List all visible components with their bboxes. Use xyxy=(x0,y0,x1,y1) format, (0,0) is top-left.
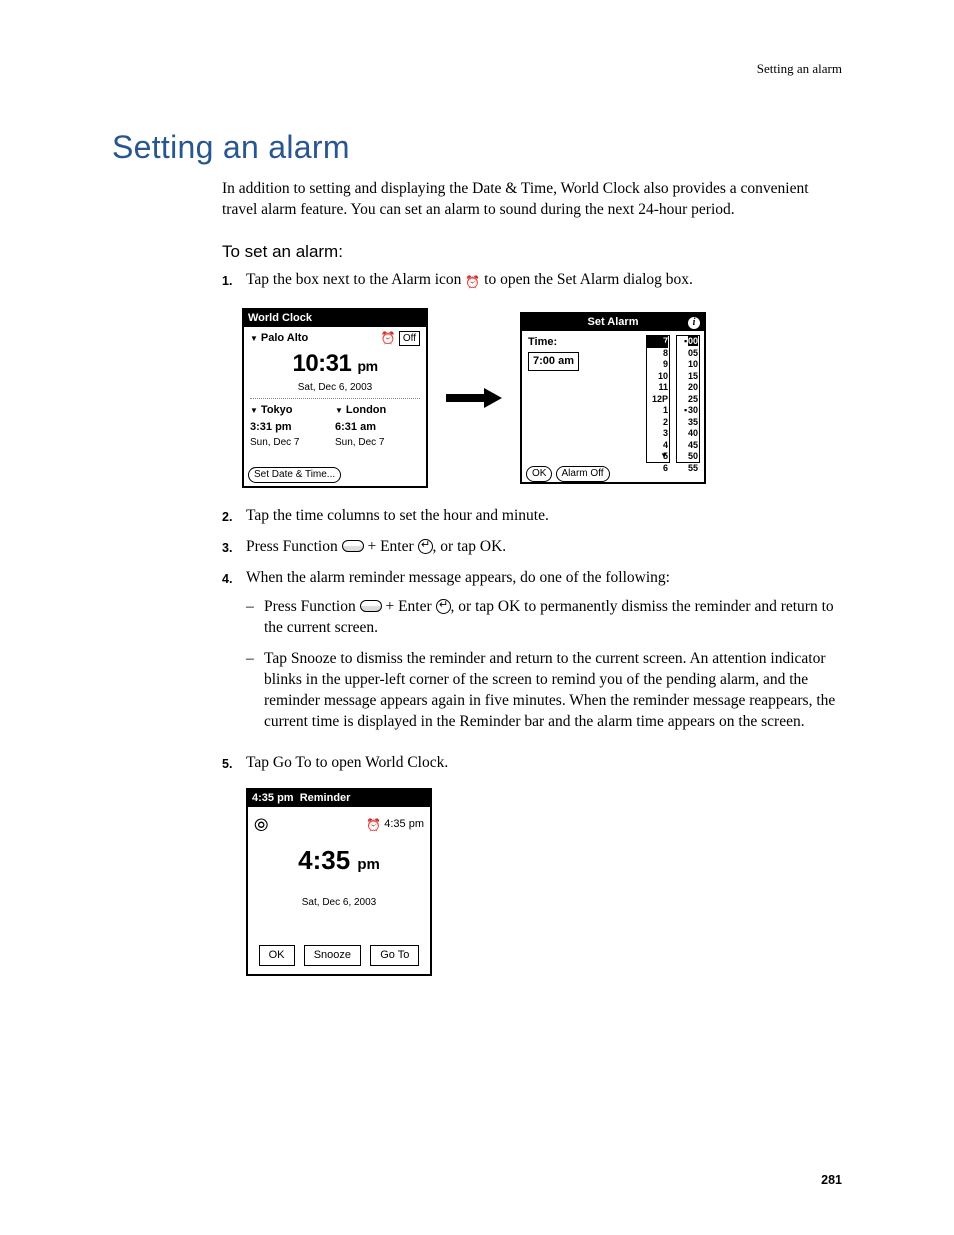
step-text: Tap Go To to open World Clock. xyxy=(246,753,842,774)
world-clock-screen: World Clock Palo Alto ⏰ Off 10:31 pm Sat… xyxy=(242,308,428,488)
city-2: Tokyo 3:31 pm Sun, Dec 7 xyxy=(250,403,335,449)
dash: – xyxy=(246,597,264,639)
section-title: Setting an alarm xyxy=(112,126,842,169)
reminder-big-time: 4:35 pm xyxy=(248,843,430,878)
step-text: Press Function xyxy=(246,538,342,555)
time-label: Time: xyxy=(528,335,640,350)
scroll-down-icon[interactable]: ▼ xyxy=(660,450,668,462)
primary-date: Sat, Dec 6, 2003 xyxy=(244,381,426,395)
substep: – Press Function + Enter , or tap OK to … xyxy=(246,597,842,639)
step-4: 4. When the alarm reminder message appea… xyxy=(222,568,842,742)
step-1: 1. Tap the box next to the Alarm icon ⏰ … xyxy=(222,270,842,291)
running-header: Setting an alarm xyxy=(112,60,842,78)
step-text: Tap the time columns to set the hour and… xyxy=(246,506,842,527)
substep-text: Tap Snooze to dismiss the reminder and r… xyxy=(264,649,842,733)
step-number: 4. xyxy=(222,568,246,742)
hour-column[interactable]: 7▲ 89101112P123456 ▼ xyxy=(646,335,670,463)
alarm-clock-icon: ⏰ xyxy=(381,330,396,346)
step-number: 5. xyxy=(222,753,246,774)
reminder-date: Sat, Dec 6, 2003 xyxy=(248,896,430,910)
function-key-icon xyxy=(360,600,382,612)
figure-world-clock-set-alarm: World Clock Palo Alto ⏰ Off 10:31 pm Sat… xyxy=(242,308,842,488)
ok-button[interactable]: OK xyxy=(526,466,552,482)
set-alarm-screen: Set Alarm i Time: 7:00 am 7▲ 89101112P12… xyxy=(520,312,706,484)
step-number: 3. xyxy=(222,537,246,558)
dash: – xyxy=(246,649,264,733)
alarm-clock-icon: ⏰ xyxy=(465,274,480,290)
snooze-button[interactable]: Snooze xyxy=(304,945,361,966)
divider xyxy=(250,398,420,399)
reminder-screen: 4:35 pm Reminder ⦾ ⏰ 4:35 pm 4:35 pm Sat… xyxy=(246,788,432,976)
alarm-clock-icon: ⏰ xyxy=(366,817,381,833)
ok-button[interactable]: OK xyxy=(259,945,295,966)
step-text: , or tap OK. xyxy=(433,538,507,555)
step-2: 2. Tap the time columns to set the hour … xyxy=(222,506,842,527)
procedure-heading: To set an alarm: xyxy=(222,241,842,264)
substep-text: Press Function xyxy=(264,598,360,615)
info-icon[interactable]: i xyxy=(688,317,700,329)
set-date-time-button[interactable]: Set Date & Time... xyxy=(248,467,341,483)
time-value-box[interactable]: 7:00 am xyxy=(528,352,579,371)
step-3: 3. Press Function + Enter , or tap OK. xyxy=(222,537,842,558)
step-number: 1. xyxy=(222,270,246,291)
page-number: 281 xyxy=(821,1172,842,1189)
titlebar-text: Set Alarm xyxy=(588,315,639,330)
city-2-picker[interactable]: Tokyo xyxy=(250,403,335,418)
time-value: 4:35 xyxy=(298,845,350,875)
city-2-date: Sun, Dec 7 xyxy=(250,436,335,450)
attention-indicator-icon: ⦾ xyxy=(254,813,268,837)
enter-key-icon xyxy=(418,539,433,554)
scroll-up-icon[interactable]: ▲ xyxy=(660,337,668,349)
city-3: London 6:31 am Sun, Dec 7 xyxy=(335,403,420,449)
step-text: to open the Set Alarm dialog box. xyxy=(480,271,693,288)
reminder-bar-time: 4:35 pm xyxy=(252,791,294,806)
alarm-off-button[interactable]: Alarm Off xyxy=(556,466,610,482)
time-value: 10:31 xyxy=(292,350,351,377)
titlebar-text: World Clock xyxy=(248,311,312,326)
city-3-date: Sun, Dec 7 xyxy=(335,436,420,450)
time-ampm: pm xyxy=(358,358,378,374)
alarm-toggle-box[interactable]: Off xyxy=(399,331,420,347)
reminder-titlebar: 4:35 pm Reminder xyxy=(248,790,430,807)
function-key-icon xyxy=(342,540,364,552)
step-text: Tap the box next to the Alarm icon xyxy=(246,271,465,288)
minute-selected: 00 xyxy=(688,336,698,346)
set-alarm-titlebar: Set Alarm i xyxy=(522,314,704,331)
step-text: When the alarm reminder message appears,… xyxy=(246,569,670,586)
city-2-time: 3:31 pm xyxy=(250,420,335,435)
reminder-bar-label: Reminder xyxy=(300,791,426,806)
primary-city-picker[interactable]: Palo Alto xyxy=(250,331,308,346)
step-5: 5. Tap Go To to open World Clock. xyxy=(222,753,842,774)
step-text: + Enter xyxy=(364,538,418,555)
city-3-picker[interactable]: London xyxy=(335,403,420,418)
enter-key-icon xyxy=(436,599,451,614)
goto-button[interactable]: Go To xyxy=(370,945,419,966)
world-clock-titlebar: World Clock xyxy=(244,310,426,327)
step-number: 2. xyxy=(222,506,246,527)
reminder-alarm-time: 4:35 pm xyxy=(384,818,424,830)
time-ampm: pm xyxy=(357,856,380,873)
intro-paragraph: In addition to setting and displaying th… xyxy=(222,179,842,221)
primary-time: 10:31 pm xyxy=(244,348,426,380)
minute-column[interactable]: ▪00 0510152025▪303540455055 xyxy=(676,335,700,463)
arrow-right-icon xyxy=(446,388,502,408)
city-3-time: 6:31 am xyxy=(335,420,420,435)
substep-text: + Enter xyxy=(382,598,436,615)
substep: – Tap Snooze to dismiss the reminder and… xyxy=(246,649,842,733)
